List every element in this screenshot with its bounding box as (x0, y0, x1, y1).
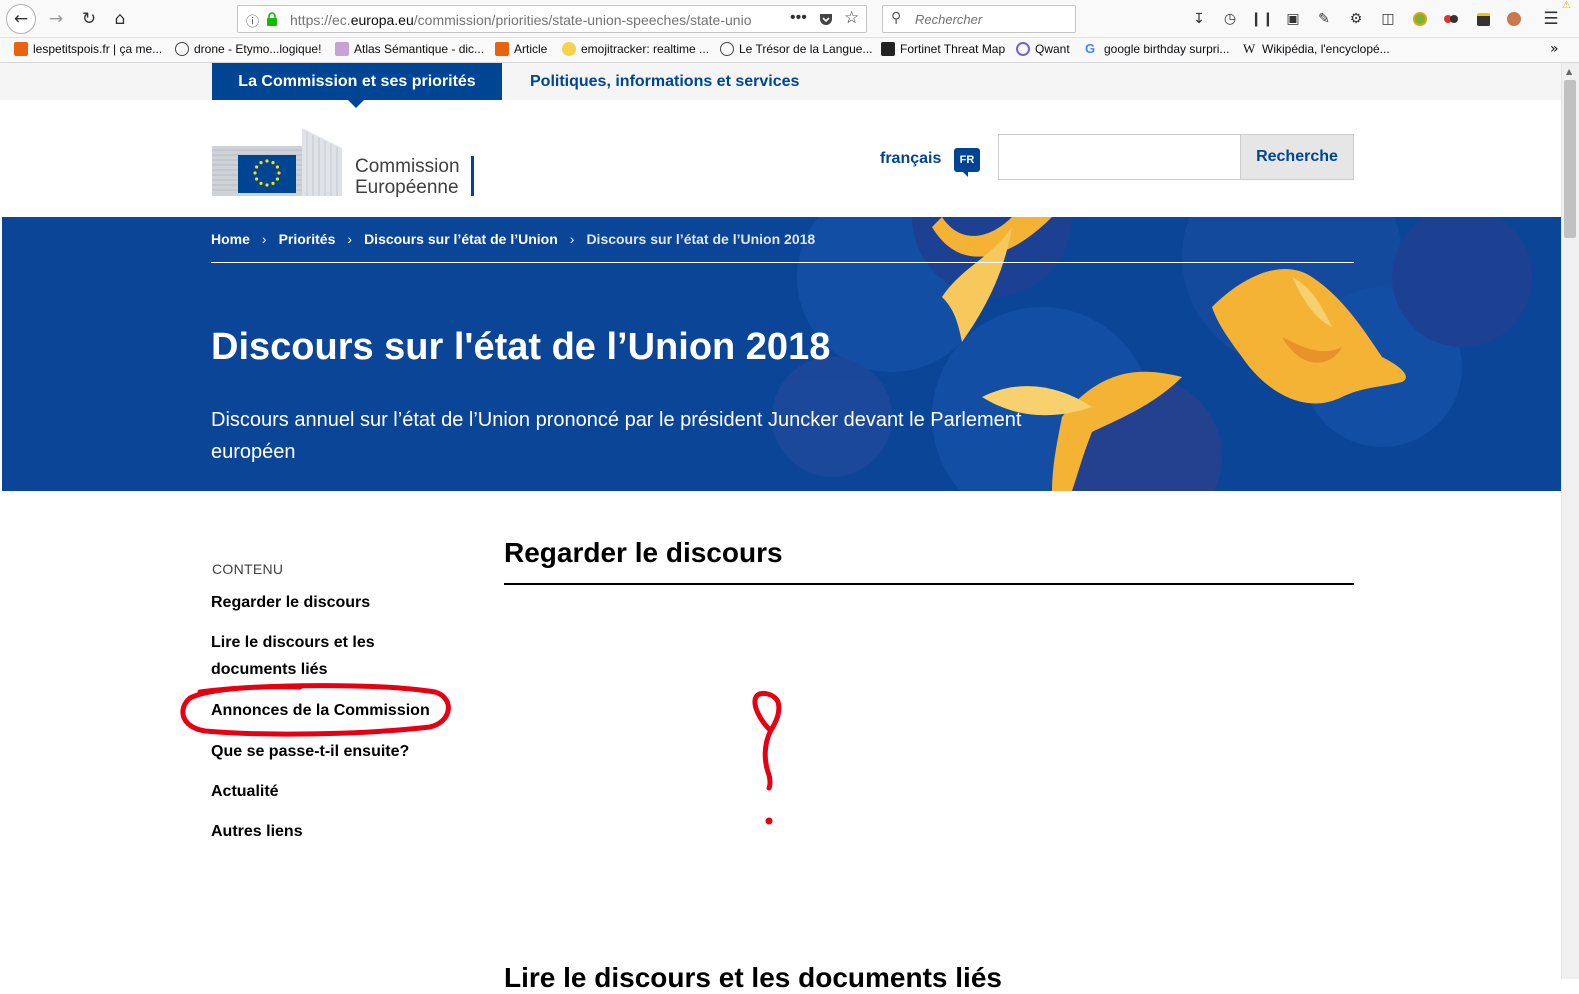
back-arrow-icon[interactable]: ← (6, 4, 36, 34)
cookie-extension-icon[interactable] (1504, 9, 1524, 29)
bookmark-item[interactable]: lespetitspois.fr | ça me... (14, 42, 162, 56)
atlas-icon (335, 42, 349, 56)
fortinet-icon (881, 42, 895, 56)
browser-search-field[interactable]: ⚲ Rechercher (882, 5, 1076, 33)
logo-text: Commission Européenne (355, 156, 460, 198)
library-icon[interactable]: ❙❙ (1250, 9, 1273, 29)
search-placeholder: Rechercher (915, 12, 983, 27)
logo-line-2: Européenne (355, 177, 459, 198)
gear-icon[interactable]: ⚙ (1346, 9, 1366, 29)
menu-hamburger-icon[interactable]: ☰ (1541, 9, 1561, 29)
bookmark-item[interactable]: Le Trésor de la Langue... (720, 42, 872, 56)
sidebar-item-regarder[interactable]: Regarder le discours (211, 589, 370, 616)
language-selector[interactable]: français (880, 150, 941, 168)
padlock-extension-icon[interactable] (1473, 9, 1493, 29)
forward-arrow-icon[interactable]: → (42, 5, 70, 33)
bookmark-item[interactable]: Fortinet Threat Map (881, 42, 1005, 56)
bookmark-item[interactable]: W Wikipédia, l'encyclopé... (1243, 41, 1390, 57)
section-title: Regarder le discours (504, 537, 783, 568)
next-section-title: Lire le discours et les documents liés (504, 962, 1002, 993)
bookmark-item[interactable]: Article (495, 42, 547, 56)
bookmark-star-icon[interactable]: ☆ (844, 8, 859, 28)
breadcrumb-priorites[interactable]: Priorités (279, 231, 336, 247)
nav-tab-commission[interactable]: La Commission et ses priorités (212, 63, 502, 108)
sidebar-icon[interactable]: ◫ (1378, 9, 1398, 29)
chevron-right-icon: › (261, 231, 267, 247)
bookmark-item[interactable]: Atlas Sémantique - dic... (335, 42, 484, 56)
question-mark-dot (765, 817, 773, 825)
qwant-icon (1016, 42, 1030, 56)
scrollbar-thumb[interactable] (1564, 80, 1576, 238)
breadcrumb: Home › Priorités › Discours sur l’état d… (211, 231, 815, 247)
sidebar-item-annonces[interactable]: Annonces de la Commission (211, 697, 430, 724)
chevron-right-icon: › (569, 231, 575, 247)
sidebar-item-actualite[interactable]: Actualité (211, 778, 279, 805)
site-search-button[interactable]: Recherche (1240, 134, 1354, 180)
pocket-icon[interactable] (818, 11, 834, 27)
lock-icon[interactable] (266, 12, 278, 26)
scroll-up-icon[interactable]: ▲ (1566, 67, 1572, 76)
logo-line-1: Commission (355, 156, 460, 177)
site-search-input[interactable] (998, 134, 1240, 180)
screenshot-icon[interactable]: ▣ (1283, 9, 1303, 29)
warning-icon: ⚠ (1562, 0, 1571, 11)
home-icon[interactable]: ⌂ (106, 5, 134, 33)
reload-icon[interactable]: ↻ (75, 5, 103, 33)
globe-icon (720, 42, 734, 56)
history-clock-icon[interactable]: ◷ (1220, 9, 1240, 29)
wikipedia-icon: W (1243, 41, 1256, 56)
question-mark-icon (752, 690, 782, 791)
globe-icon (175, 42, 189, 56)
sidebar-item-lire[interactable]: Lire le discours et les documents liés (211, 629, 431, 683)
bookmarks-overflow-icon[interactable]: » (1550, 41, 1559, 57)
sidebar-heading: CONTENU (212, 561, 284, 577)
ec-logo[interactable]: Commission Européenne (212, 128, 474, 198)
bookmark-item[interactable]: Ggoogle birthday surpri... (1085, 41, 1229, 57)
bookmark-item[interactable]: drone - Etymo...logique! (175, 42, 321, 56)
bookmarks-toolbar: lespetitspois.fr | ça me... drone - Etym… (0, 38, 1579, 63)
bookmark-item[interactable]: emojitracker: realtime ... (562, 42, 709, 56)
breadcrumb-discours[interactable]: Discours sur l’état de l’Union (364, 231, 558, 247)
pen-icon[interactable]: ✎ (1314, 9, 1334, 29)
breadcrumb-divider (211, 262, 1354, 263)
extension-green-icon[interactable] (1410, 9, 1430, 29)
info-icon[interactable]: ⓘ (246, 11, 259, 30)
url-bar[interactable]: ⓘ https://ec.europa.eu/commission/priori… (237, 5, 867, 33)
browser-toolbar: ← → ↻ ⌂ ⓘ https://ec.europa.eu/commissio… (0, 0, 1579, 38)
page-subtitle: Discours annuel sur l’état de l’Union pr… (211, 409, 1022, 463)
bookmark-item[interactable]: Qwant (1016, 42, 1070, 56)
orange-square-icon (14, 42, 28, 56)
breadcrumb-current: Discours sur l’état de l’Union 2018 (586, 231, 816, 247)
extension-dots-icon[interactable] (1441, 9, 1461, 29)
emoji-icon (562, 42, 576, 56)
speech-tail-icon (962, 171, 968, 177)
more-actions-icon[interactable]: ••• (790, 9, 807, 27)
sidebar-item-autres-liens[interactable]: Autres liens (211, 818, 303, 845)
section-divider (504, 583, 1354, 585)
breadcrumb-home[interactable]: Home (211, 231, 250, 247)
sidebar-item-ensuite[interactable]: Que se passe-t-il ensuite? (211, 738, 409, 765)
orange-square-icon (495, 42, 509, 56)
download-icon[interactable]: ↧ (1189, 9, 1209, 29)
language-code-badge[interactable]: FR (954, 148, 980, 172)
url-text[interactable]: https://ec.europa.eu/commission/prioriti… (290, 12, 760, 28)
google-icon: G (1085, 41, 1096, 56)
chevron-right-icon: › (347, 231, 353, 247)
page-title: Discours sur l'état de l’Union 2018 (211, 326, 831, 368)
nav-tab-politiques[interactable]: Politiques, informations et services (530, 63, 799, 100)
search-icon: ⚲ (891, 10, 902, 26)
